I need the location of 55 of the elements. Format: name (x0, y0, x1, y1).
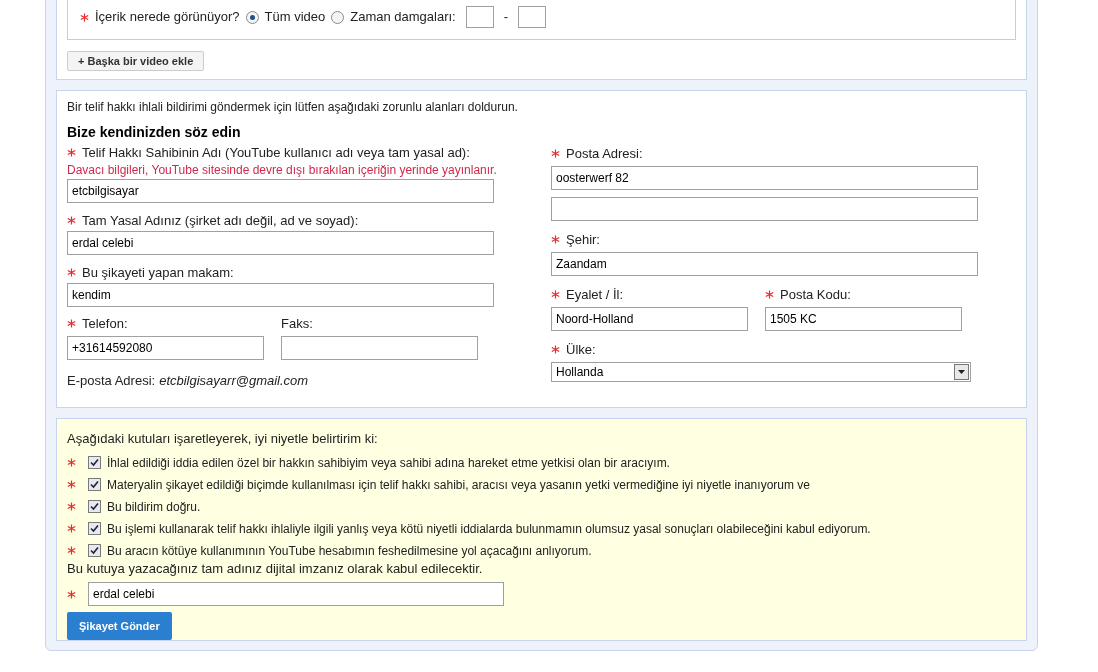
required-asterisk-icon (67, 458, 76, 467)
section-heading: Bize kendinizden söz edin (67, 123, 242, 142)
address-field[interactable]: oosterwerf 82 (551, 166, 978, 190)
email-label: E-posta Adresi: (67, 372, 156, 390)
radio-label: Tüm video (264, 8, 326, 27)
postal-code-field[interactable]: 1505 KC (765, 307, 962, 331)
statement-text: Bu bildirim doğru. (107, 498, 201, 516)
field-label: Faks: (281, 314, 313, 333)
radio-button[interactable] (245, 10, 259, 24)
range-separator: - (503, 8, 509, 27)
checkbox[interactable] (88, 456, 101, 469)
email-value: etcbilgisayarr@gmail.com (159, 372, 309, 390)
field-label: Telif Hakkı Sahibinin Adı (YouTube kullanıcı adı veya tam yasal ad): (82, 143, 470, 162)
checkbox[interactable] (88, 478, 101, 491)
fax-field[interactable] (281, 336, 478, 360)
field-note: Davacı bilgileri, YouTube sitesinde devre dışı bırakılan içeriğin yerinde yayınlanır. (67, 162, 498, 177)
add-video-button[interactable]: + Başka bir video ekle (67, 51, 205, 71)
declaration-intro: Aşağıdaki kutuları işaretleyerek, iyi niyetle belirtirim ki: (67, 430, 379, 448)
location-label: İçerik nerede görünüyor? (95, 8, 240, 27)
field-label: Telefon: (82, 314, 128, 333)
signature-note: Bu kutuya yazacağınız tam adınız dijital imzanız olarak kabul edilecektir. (67, 559, 484, 578)
statement-text: Bu işlemi kullanarak telif hakkı ihlaliyle ilgili yanlış veya kötü niyetli iddialarda bulunmamın olumsuz yasal sonuçları olabileceğini kabul ediyorum. (107, 520, 871, 538)
text-field[interactable]: kendim (67, 283, 494, 307)
required-asterisk-icon (67, 546, 76, 555)
state-field[interactable]: Noord-Holland (551, 307, 748, 331)
country-select[interactable]: Hollanda (551, 362, 971, 382)
checkbox[interactable] (88, 522, 101, 535)
end-time-field[interactable] (518, 6, 547, 28)
text-field[interactable]: erdal celebi (67, 231, 494, 255)
start-time-field[interactable] (465, 6, 494, 28)
statement-text: Materyalin şikayet edildiği biçimde kullanılması için telif hakkı sahibi, aracısı veya yasanın yetki vermediğine iyi niyetle inanıyorum ve (107, 476, 810, 494)
field-label: Posta Kodu: (780, 285, 851, 304)
checkbox[interactable] (88, 500, 101, 513)
field-label: Posta Adresi: (566, 144, 643, 163)
field-label: Ülke: (566, 340, 596, 359)
text-field[interactable]: etcbilgisayar (67, 179, 494, 203)
required-asterisk-icon (67, 502, 76, 511)
field-label: Eyalet / İl: (566, 285, 624, 304)
checkbox[interactable] (88, 544, 101, 557)
signature-field[interactable]: erdal celebi (88, 582, 504, 606)
required-asterisk-icon (67, 589, 76, 599)
city-field[interactable]: Zaandam (551, 252, 978, 276)
address-line-field[interactable] (551, 197, 978, 221)
submit-button[interactable]: Şikayet Gönder (67, 612, 172, 640)
required-asterisk-icon (67, 480, 76, 489)
radio-label: Zaman damgaları: (350, 8, 456, 27)
radio-button[interactable] (331, 10, 345, 24)
field-label: Bu şikayeti yapan makam: (82, 263, 234, 282)
field-label: Şehir: (566, 230, 600, 249)
intro-text: Bir telif hakkı ihlali bildirimi göndermek için lütfen aşağıdaki zorunlu alanları doldurun. (67, 99, 519, 116)
field-label: Tam Yasal Adınız (şirket adı değil, ad ve soyad): (82, 211, 359, 230)
phone-field[interactable]: +31614592080 (67, 336, 264, 360)
statement-text: İhlal edildiği iddia edilen özel bir hakkın sahibiyim veya sahibi adına hareket etme yetkisi olan bir aracıyım. (107, 454, 670, 472)
required-asterisk-icon (67, 524, 76, 533)
statement-text: Bu aracın kötüye kullanımının YouTube hesabımın feshedilmesine yol açacağını anlıyorum. (107, 542, 592, 560)
